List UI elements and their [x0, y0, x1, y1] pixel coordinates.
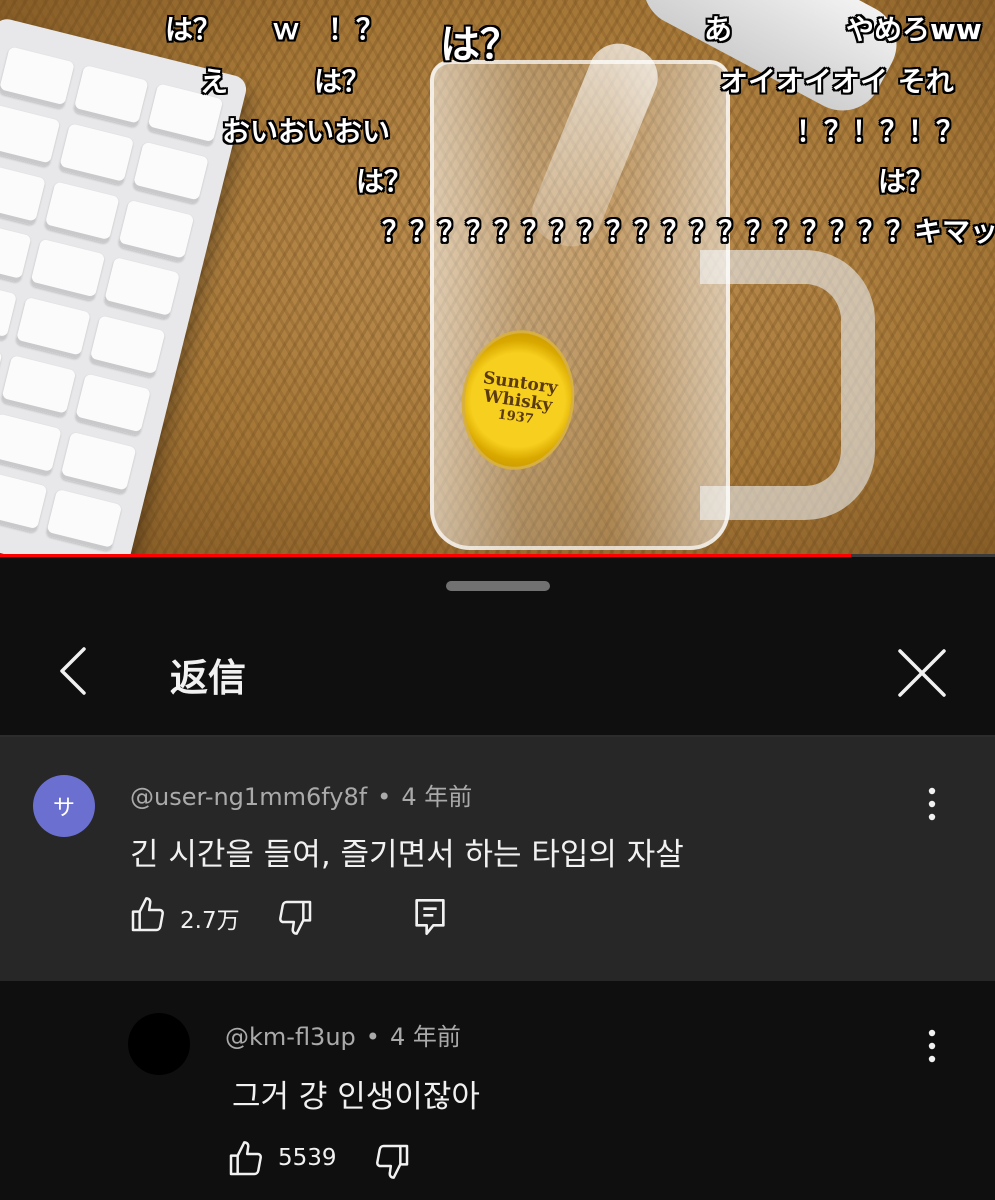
danmaku-comment: ！？！？！？: [796, 115, 965, 148]
danmaku-comment: は？: [440, 22, 520, 68]
comment-time: 4 年前: [389, 1023, 461, 1051]
back-button[interactable]: [46, 641, 106, 701]
comment-time: 4 年前: [401, 783, 473, 811]
danmaku-comment: やめろww: [846, 13, 982, 46]
more-vert-icon: [928, 787, 936, 821]
comment-meta: @user-ng1mm6fy8f • 4 年前: [130, 777, 472, 812]
reply-button[interactable]: [410, 895, 450, 943]
video-player[interactable]: Suntory Whisky 1937 は？ ｗ ！？ は？ あ やめろww え…: [0, 0, 995, 557]
thumb-down-icon: [279, 900, 312, 935]
close-button[interactable]: [890, 641, 954, 705]
thumb-up-icon: [131, 897, 164, 932]
replies-sheet: 返信 サ @user-ng1mm6fy8f • 4 年前 긴 시간을 들여, 즐기면…: [0, 557, 995, 1200]
danmaku-comment: は？: [356, 165, 413, 198]
danmaku-comment: ｗ: [272, 13, 301, 46]
danmaku-comment: オイオイオイ それ: [720, 65, 954, 98]
drag-handle[interactable]: [446, 581, 550, 591]
chevron-left-icon: [60, 647, 86, 695]
like-count: 2.7万: [180, 908, 240, 934]
danmaku-comment: え: [200, 65, 229, 98]
thumb-down-icon: [376, 1144, 409, 1179]
sheet-title: 返信: [170, 656, 247, 700]
avatar[interactable]: サ: [33, 775, 95, 837]
comment-author[interactable]: @km-fl3up: [225, 1023, 356, 1051]
danmaku-comment: は？: [314, 65, 371, 98]
sheet-header: 返信: [0, 617, 995, 733]
meta-separator: •: [377, 783, 392, 811]
like-button[interactable]: [128, 895, 168, 939]
like-count: 5539: [278, 1145, 337, 1171]
close-icon: [898, 649, 946, 697]
comment-text: 긴 시간을 들여, 즐기면서 하는 타입의 자살: [130, 837, 684, 873]
danmaku-comment: は？: [878, 165, 935, 198]
comment-text: 그거 걍 인생이잖아: [232, 1079, 480, 1115]
meta-separator: •: [365, 1023, 380, 1051]
thumb-up-icon: [229, 1141, 262, 1176]
avatar-letter: サ: [52, 796, 75, 821]
danmaku-comment: は？: [165, 13, 222, 46]
avatar[interactable]: [128, 1013, 190, 1075]
parent-comment: サ @user-ng1mm6fy8f • 4 年前 긴 시간을 들여, 즐기면서 하…: [0, 737, 995, 981]
comment-icon: [415, 899, 445, 936]
comment-meta: @km-fl3up • 4 年前: [225, 1017, 461, 1052]
comment-author[interactable]: @user-ng1mm6fy8f: [130, 783, 367, 811]
more-vert-icon: [928, 1029, 936, 1063]
danmaku-comment: おいおいおい: [222, 115, 391, 148]
danmaku-comment: ？？？？？？？？？？？？？？？？？？？キマッ: [382, 215, 995, 248]
danmaku-comment: あ: [704, 13, 733, 46]
reply-comment: @km-fl3up • 4 年前 그거 걍 인생이잖아 5539: [0, 981, 995, 1200]
like-button[interactable]: [226, 1139, 266, 1183]
dislike-button[interactable]: [372, 1141, 412, 1185]
comment-menu-button[interactable]: [912, 779, 952, 829]
comment-menu-button[interactable]: [912, 1021, 952, 1071]
danmaku-comment: ！？: [328, 13, 385, 46]
dislike-button[interactable]: [275, 897, 315, 941]
